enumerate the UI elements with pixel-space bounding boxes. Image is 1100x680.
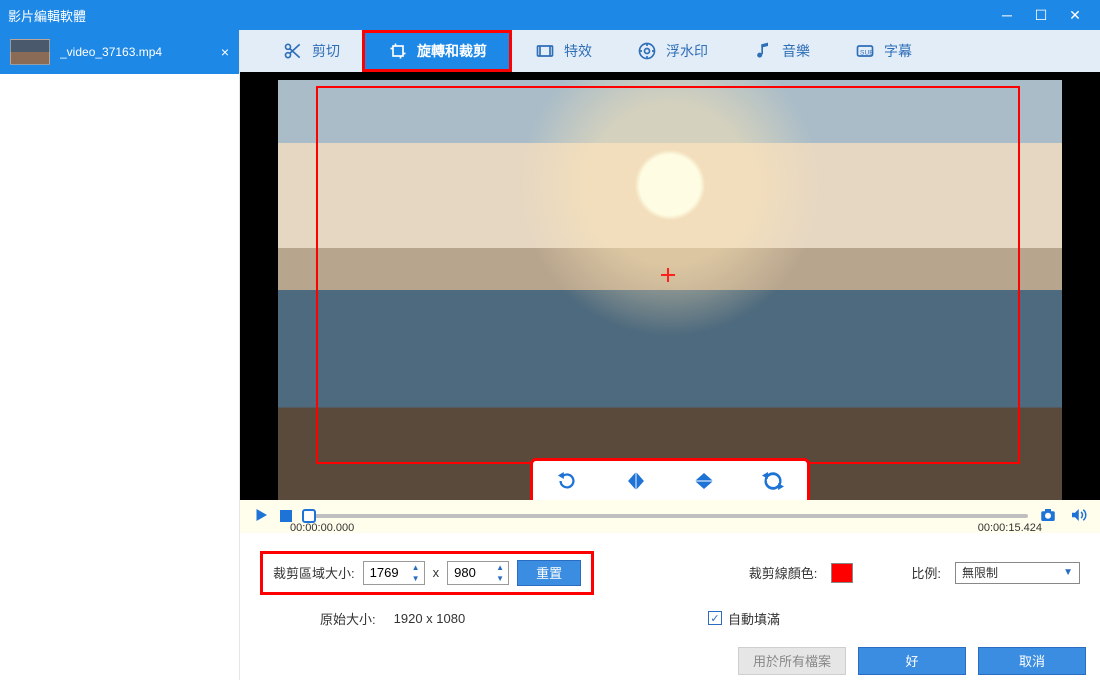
- window-title: 影片編輯軟體: [8, 6, 86, 25]
- ratio-value: 無限制: [962, 564, 998, 581]
- video-preview[interactable]: [278, 80, 1062, 500]
- cancel-button[interactable]: 取消: [978, 647, 1086, 675]
- ok-label: 好: [905, 651, 918, 670]
- crop-size-group: 裁剪區域大小: ▲ ▼ x ▲ ▼: [260, 551, 594, 595]
- crop-size-label: 裁剪區域大小:: [273, 563, 355, 582]
- tab-rotate-crop-label: 旋轉和裁剪: [417, 41, 487, 61]
- file-list-item[interactable]: _video_37163.mp4 ×: [0, 30, 239, 74]
- scissors-icon: [282, 40, 304, 62]
- autofill-checkbox[interactable]: ✓: [708, 611, 722, 625]
- apply-all-button[interactable]: 用於所有檔案: [738, 647, 846, 675]
- music-note-icon: [752, 40, 774, 62]
- window-titlebar: 影片編輯軟體 ─ ☐ ✕: [0, 0, 1100, 30]
- tool-tabbar: 剪切 旋轉和裁剪 特效 浮水印: [240, 30, 1100, 72]
- window-minimize-button[interactable]: ─: [990, 0, 1024, 30]
- crop-line-color-swatch[interactable]: [831, 563, 853, 583]
- rotate-flip-toolbar: [530, 458, 810, 504]
- crop-height-input[interactable]: [448, 565, 492, 580]
- flip-horizontal-button[interactable]: [616, 464, 656, 498]
- play-button[interactable]: [252, 506, 270, 527]
- stop-button[interactable]: [280, 510, 292, 522]
- crop-rotate-icon: [387, 40, 409, 62]
- file-remove-button[interactable]: ×: [221, 44, 229, 60]
- tab-effects-label: 特效: [564, 41, 592, 61]
- ratio-select[interactable]: 無限制 ▼: [955, 562, 1080, 584]
- tab-music-label: 音樂: [782, 41, 810, 61]
- chevron-down-icon: ▼: [1063, 567, 1073, 578]
- volume-button[interactable]: [1068, 506, 1088, 527]
- seek-track[interactable]: [302, 514, 1028, 518]
- tab-effects[interactable]: 特效: [512, 30, 614, 72]
- crop-width-up[interactable]: ▲: [408, 562, 424, 573]
- video-preview-area: [240, 72, 1100, 500]
- dialog-footer: 用於所有檔案 好 取消: [240, 642, 1100, 680]
- file-list-sidebar: _video_37163.mp4 ×: [0, 30, 240, 680]
- crop-height-down[interactable]: ▼: [492, 573, 508, 584]
- cancel-label: 取消: [1019, 651, 1045, 670]
- watermark-icon: [636, 40, 658, 62]
- file-thumbnail: [10, 39, 50, 65]
- playback-bar: 00:00:00.000 00:00:15.424: [240, 500, 1100, 533]
- rotate-cw-button[interactable]: [547, 464, 587, 498]
- crop-reset-label: 重置: [536, 563, 562, 582]
- crop-controls-panel: 裁剪區域大小: ▲ ▼ x ▲ ▼: [240, 533, 1100, 642]
- flip-vertical-button[interactable]: [684, 464, 724, 498]
- subtitle-icon: SUB: [854, 40, 876, 62]
- crop-width-spinner[interactable]: ▲ ▼: [363, 561, 425, 585]
- tab-subtitle-label: 字幕: [884, 41, 912, 61]
- crop-width-input[interactable]: [364, 565, 408, 580]
- crop-width-down[interactable]: ▼: [408, 573, 424, 584]
- crop-center-marker: [661, 268, 675, 282]
- tab-music[interactable]: 音樂: [730, 30, 832, 72]
- window-close-button[interactable]: ✕: [1058, 0, 1092, 30]
- crop-line-color-label: 裁剪線顏色:: [749, 563, 818, 582]
- svg-text:SUB: SUB: [860, 49, 874, 56]
- apply-all-label: 用於所有檔案: [753, 651, 831, 670]
- ratio-label: 比例:: [911, 563, 941, 582]
- original-size-value: 1920 x 1080: [394, 611, 466, 626]
- tab-subtitle[interactable]: SUB 字幕: [832, 30, 934, 72]
- crop-reset-button[interactable]: 重置: [517, 560, 581, 586]
- effects-icon: [534, 40, 556, 62]
- tab-watermark-label: 浮水印: [666, 41, 708, 61]
- crop-size-separator: x: [433, 565, 440, 580]
- tab-trim[interactable]: 剪切: [260, 30, 362, 72]
- tab-trim-label: 剪切: [312, 41, 340, 61]
- crop-height-spinner[interactable]: ▲ ▼: [447, 561, 509, 585]
- original-size-label: 原始大小:: [320, 609, 376, 628]
- crop-height-up[interactable]: ▲: [492, 562, 508, 573]
- tab-rotate-crop[interactable]: 旋轉和裁剪: [362, 30, 512, 72]
- file-name-label: _video_37163.mp4: [60, 45, 211, 59]
- ok-button[interactable]: 好: [858, 647, 966, 675]
- autofill-label: 自動填滿: [728, 609, 780, 628]
- tab-watermark[interactable]: 浮水印: [614, 30, 730, 72]
- window-maximize-button[interactable]: ☐: [1024, 0, 1058, 30]
- reset-rotation-button[interactable]: [753, 464, 793, 498]
- crop-rectangle[interactable]: [316, 86, 1020, 464]
